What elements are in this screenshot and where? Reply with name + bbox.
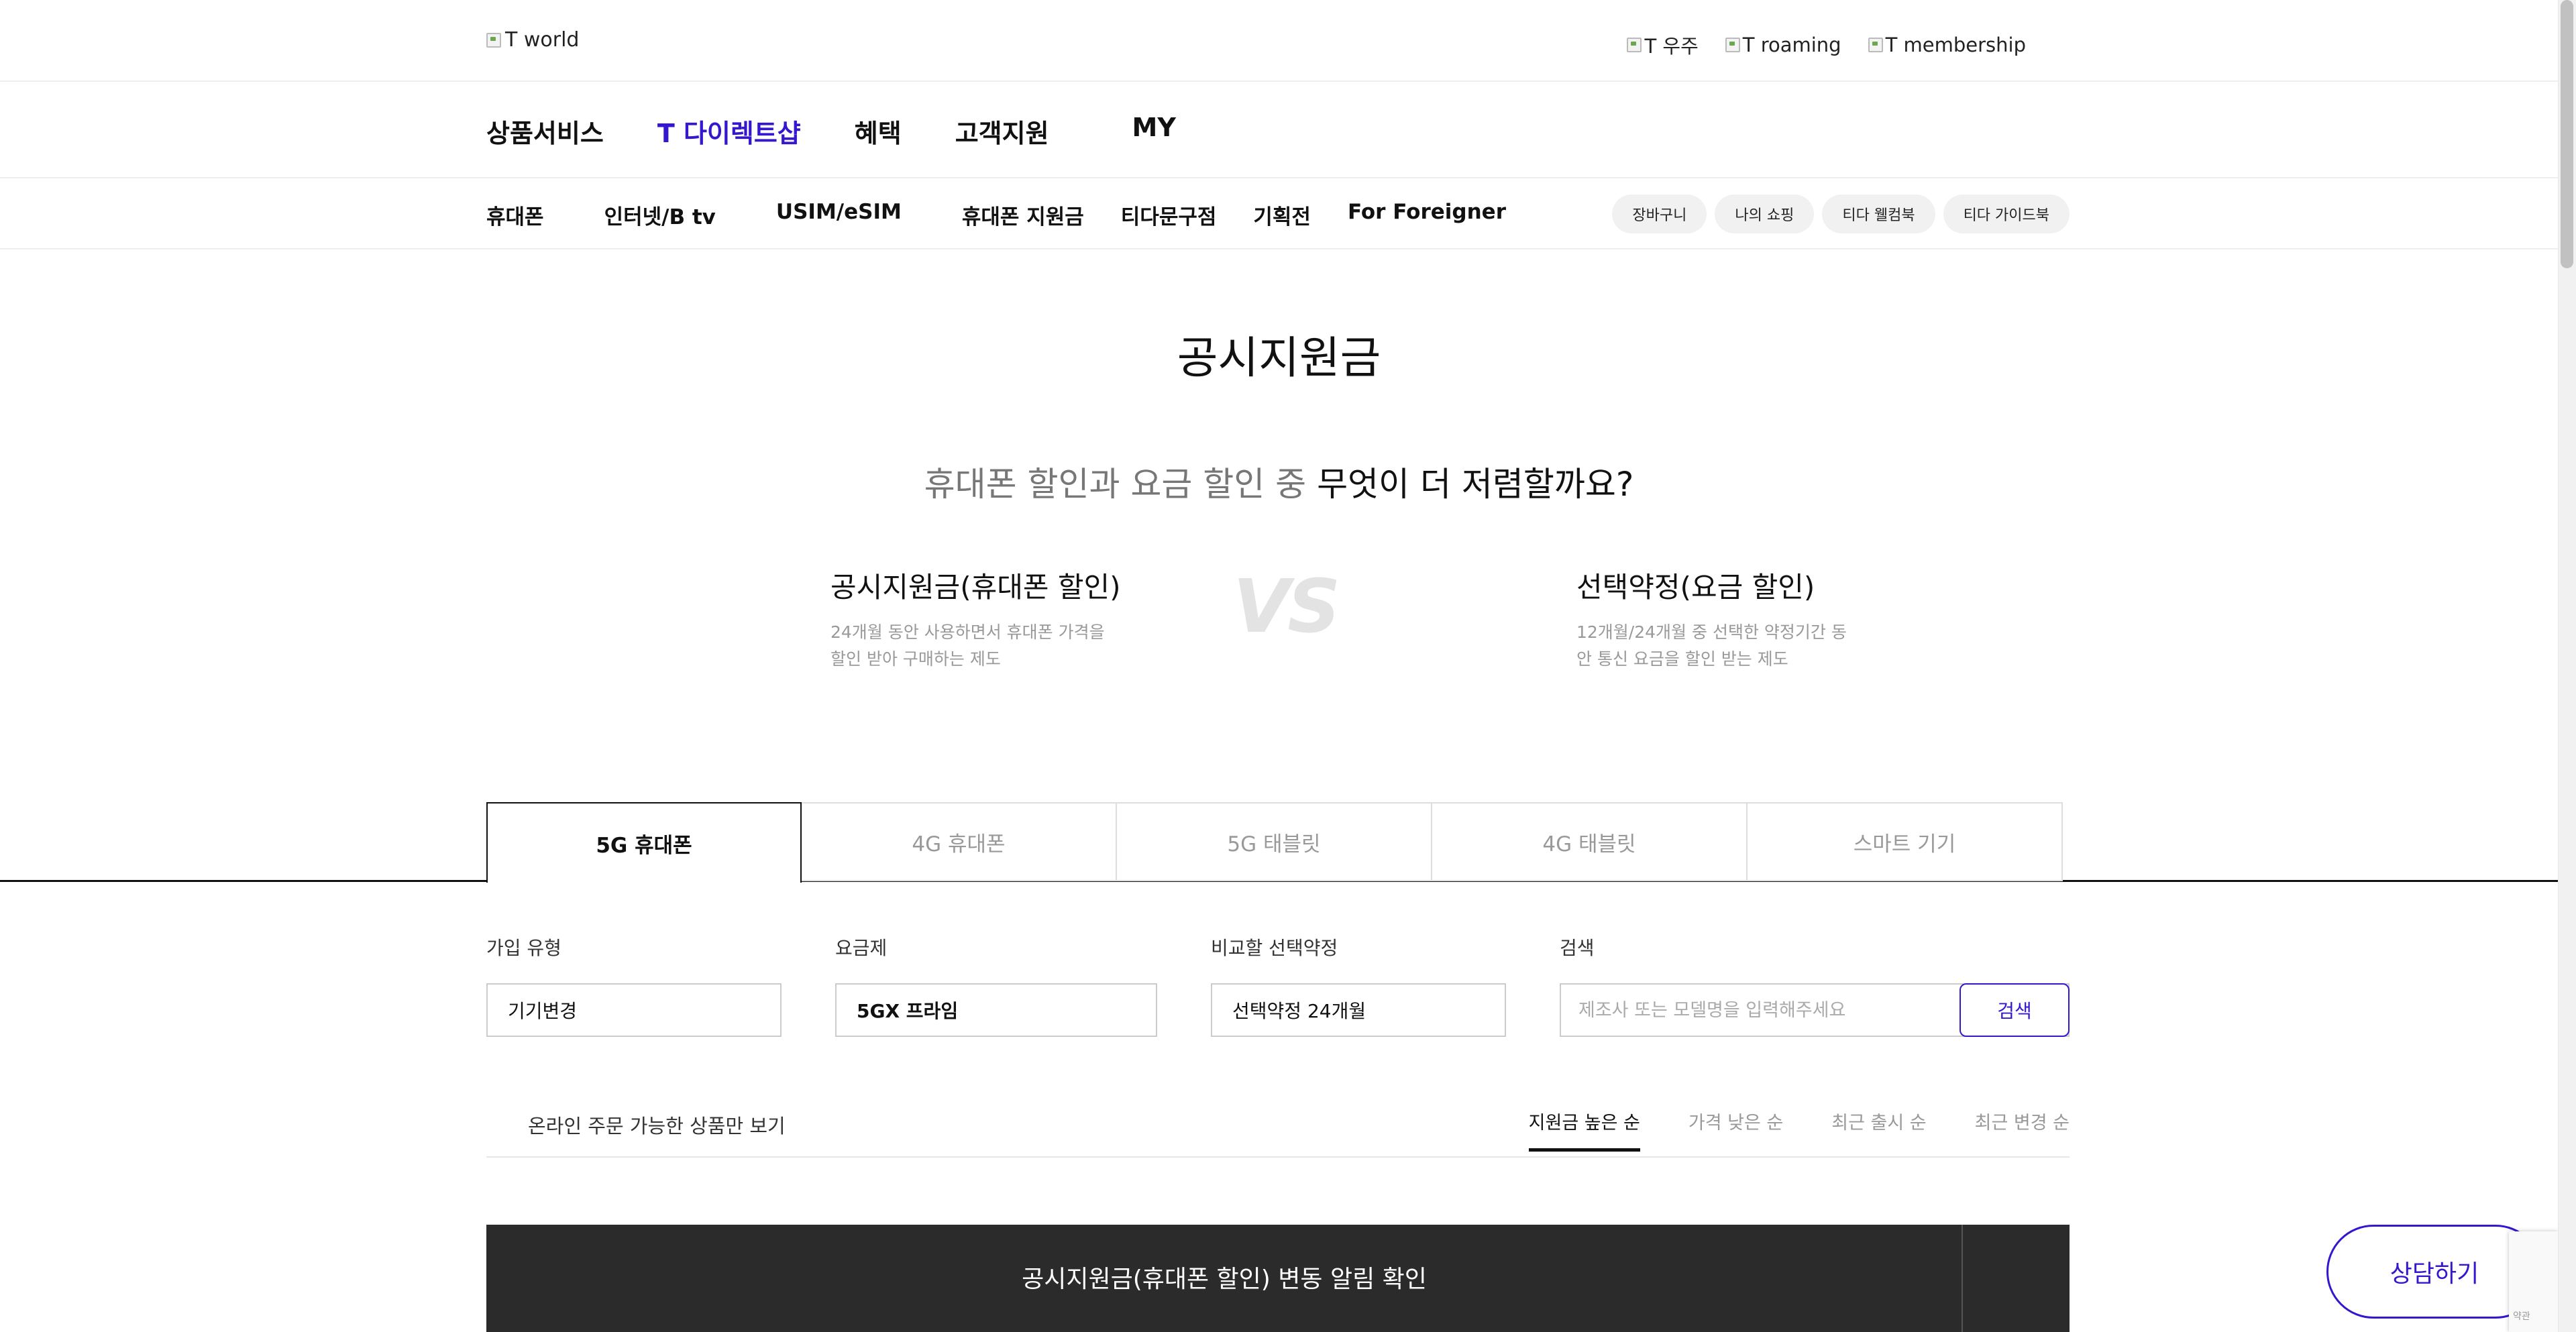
utility-links: T 우주 T roaming T membership (1627, 31, 2026, 59)
search-label: 검색 (1560, 937, 1595, 959)
util-link-label: T 우주 (1644, 35, 1699, 58)
subnav-item-phone[interactable]: 휴대폰 (486, 200, 544, 230)
tab-5g-tablet[interactable]: 5G 태블릿 (1117, 802, 1432, 881)
tab-4g-tablet[interactable]: 4G 태블릿 (1432, 802, 1748, 881)
divider (0, 248, 2558, 249)
cart-button[interactable]: 장바구니 (1612, 195, 1707, 233)
gnb-item-my[interactable]: MY (1132, 113, 1176, 150)
broken-image-icon (486, 32, 501, 48)
shortcut-pills: 장바구니 나의 쇼핑 티다 웰컴북 티다 가이드북 (1612, 195, 2070, 233)
util-link-tuniverse[interactable]: T 우주 (1627, 31, 1699, 59)
broken-image-icon (1725, 38, 1740, 52)
logo-alt-text: T world (505, 28, 580, 52)
util-link-tmembership[interactable]: T membership (1868, 31, 2026, 59)
plan-label: 요금제 (835, 937, 888, 959)
my-shopping-button[interactable]: 나의 쇼핑 (1715, 195, 1815, 233)
divider (0, 80, 2558, 82)
divider (486, 1156, 2070, 1158)
sort-price-low[interactable]: 가격 낮은 순 (1688, 1108, 1783, 1152)
welcome-book-button[interactable]: 티다 웰컴북 (1822, 195, 1935, 233)
compare-subsidy-title: 공시지원금(휴대폰 할인) (830, 571, 1121, 604)
gnb-item-direct-shop[interactable]: T 다이렉트샵 (657, 113, 801, 150)
search-box: 검색 (1560, 983, 2070, 1037)
util-link-label: T membership (1885, 34, 2026, 56)
broken-image-icon (1627, 38, 1642, 52)
search-input[interactable] (1578, 999, 1954, 1021)
join-type-select[interactable]: 기기변경 (486, 983, 782, 1037)
online-only-label: 온라인 주문 가능한 상품만 보기 (528, 1115, 786, 1137)
recaptcha-badge: 약관 (2509, 1231, 2558, 1332)
contract-select[interactable]: 선택약정 24개월 (1211, 983, 1506, 1037)
gnb-item-support[interactable]: 고객지원 (955, 113, 1049, 150)
page-title: 공시지원금 (1177, 332, 1381, 384)
compare-contract-title: 선택약정(요금 할인) (1576, 571, 1815, 604)
sort-recent-release[interactable]: 최근 출시 순 (1831, 1108, 1926, 1152)
plan-select[interactable]: 5GX 프라임 (835, 983, 1157, 1037)
gnb-item-products[interactable]: 상품서비스 (486, 113, 604, 150)
sort-options: 지원금 높은 순 가격 낮은 순 최근 출시 순 최근 변경 순 (1528, 1108, 2070, 1152)
subnav-item-foreigner[interactable]: For Foreigner (1348, 200, 1506, 230)
compare-subsidy-desc: 24개월 동안 사용하면서 휴대폰 가격을 할인 받아 구매하는 제도 (830, 622, 1105, 669)
scrollbar-thumb[interactable] (2561, 0, 2573, 268)
broken-image-icon (1868, 38, 1883, 52)
guide-book-button[interactable]: 티다 가이드북 (1943, 195, 2070, 233)
device-tabs: 5G 휴대폰 4G 휴대폰 5G 태블릿 4G 태블릿 스마트 기기 (486, 802, 2063, 883)
tab-4g-phone[interactable]: 4G 휴대폰 (802, 802, 1117, 881)
util-link-troaming[interactable]: T roaming (1725, 31, 1841, 59)
compare-subsidy: 공시지원금(휴대폰 할인) 24개월 동안 사용하면서 휴대폰 가격을 할인 받… (830, 565, 1121, 673)
subnav-item-tida-store[interactable]: 티다문구점 (1121, 200, 1217, 230)
sort-recent-change[interactable]: 최근 변경 순 (1975, 1108, 2070, 1152)
banner-divider (1962, 1225, 1963, 1332)
online-only-checkbox[interactable] (486, 1111, 513, 1138)
sort-subsidy-high[interactable]: 지원금 높은 순 (1528, 1108, 1641, 1152)
subnav-item-promotions[interactable]: 기획전 (1253, 200, 1311, 230)
search-button[interactable]: 검색 (1960, 983, 2070, 1037)
compare-contract: 선택약정(요금 할인) 12개월/24개월 중 선택한 약정기간 동안 통신 요… (1576, 565, 1858, 673)
subsidy-alert-text: 공시지원금(휴대폰 할인) 변동 알림 확인 (1022, 1266, 1427, 1293)
join-type-label: 가입 유형 (486, 937, 561, 959)
tworld-logo[interactable]: T world (486, 28, 579, 52)
contract-label: 비교할 선택약정 (1211, 937, 1338, 959)
subtitle-dark: 무엇이 더 저렴할까요? (1317, 465, 1634, 504)
subnav-item-usim[interactable]: USIM/eSIM (776, 200, 902, 230)
subnav-item-internet-btv[interactable]: 인터넷/B tv (604, 200, 716, 230)
tab-smart-device[interactable]: 스마트 기기 (1748, 802, 2063, 881)
online-only-toggle[interactable]: 온라인 주문 가능한 상품만 보기 (486, 1111, 786, 1139)
sub-nav: 휴대폰 인터넷/B tv USIM/eSIM 휴대폰 지원금 티다문구점 기획전… (486, 200, 1506, 230)
vs-mark: VS (1233, 563, 1340, 649)
subnav-item-subsidy[interactable]: 휴대폰 지원금 (962, 200, 1084, 230)
page-subtitle: 휴대폰 할인과 요금 할인 중 무엇이 더 저렴할까요? (0, 457, 2558, 506)
compare-contract-desc: 12개월/24개월 중 선택한 약정기간 동안 통신 요금을 할인 받는 제도 (1576, 622, 1847, 669)
subtitle-gray: 휴대폰 할인과 요금 할인 중 (924, 465, 1318, 504)
gnb-item-benefits[interactable]: 혜택 (855, 113, 902, 150)
util-link-label: T roaming (1742, 34, 1841, 56)
tab-5g-phone[interactable]: 5G 휴대폰 (486, 802, 802, 883)
divider (0, 177, 2558, 178)
global-nav: 상품서비스 T 다이렉트샵 혜택 고객지원 MY (486, 113, 1176, 150)
